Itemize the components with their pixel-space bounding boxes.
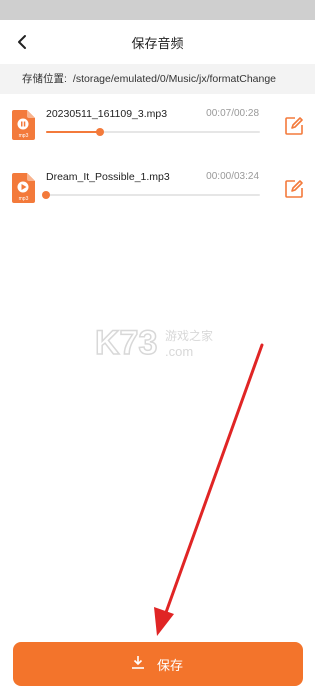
list-item[interactable]: mp3 20230511_161109_3.mp3 00:07/00:28: [0, 100, 315, 160]
audio-file-icon[interactable]: mp3: [12, 173, 35, 203]
file-name: Dream_It_Possible_1.mp3: [46, 171, 170, 183]
progress-thumb[interactable]: [95, 128, 104, 136]
k73-watermark-logo: K73 游戏之家 .com: [94, 323, 213, 363]
file-badge: mp3: [19, 196, 29, 202]
page-title: 保存音频: [131, 36, 184, 51]
edit-icon[interactable]: [284, 116, 304, 136]
edit-icon[interactable]: [284, 179, 304, 199]
header: 保存音频: [0, 20, 315, 64]
storage-path: /storage/emulated/0/Music/jx/formatChang…: [72, 73, 277, 85]
save-button-label: 保存: [157, 658, 184, 673]
download-icon: [132, 656, 144, 669]
watermark-domain: .com: [165, 344, 193, 359]
file-badge: mp3: [19, 133, 29, 139]
progress-slider[interactable]: [46, 128, 260, 136]
status-bar: [0, 0, 315, 20]
progress-fill: [46, 131, 100, 133]
progress-thumb[interactable]: [42, 191, 50, 199]
watermark-brand: K73: [95, 324, 157, 362]
storage-path-bar: 存储位置: /storage/emulated/0/Music/jx/format…: [0, 64, 315, 94]
file-time: 00:00/03:24: [206, 171, 259, 182]
watermark-cn: 游戏之家: [165, 328, 213, 343]
progress-slider[interactable]: [42, 191, 260, 199]
file-time: 00:07/00:28: [206, 108, 259, 119]
save-button[interactable]: 保存: [13, 642, 303, 686]
list-item[interactable]: mp3 Dream_It_Possible_1.mp3 00:00/03:24: [0, 163, 315, 223]
file-name: 20230511_161109_3.mp3: [46, 108, 168, 120]
audio-file-icon[interactable]: mp3: [12, 110, 35, 140]
storage-label: 存储位置:: [22, 73, 67, 85]
